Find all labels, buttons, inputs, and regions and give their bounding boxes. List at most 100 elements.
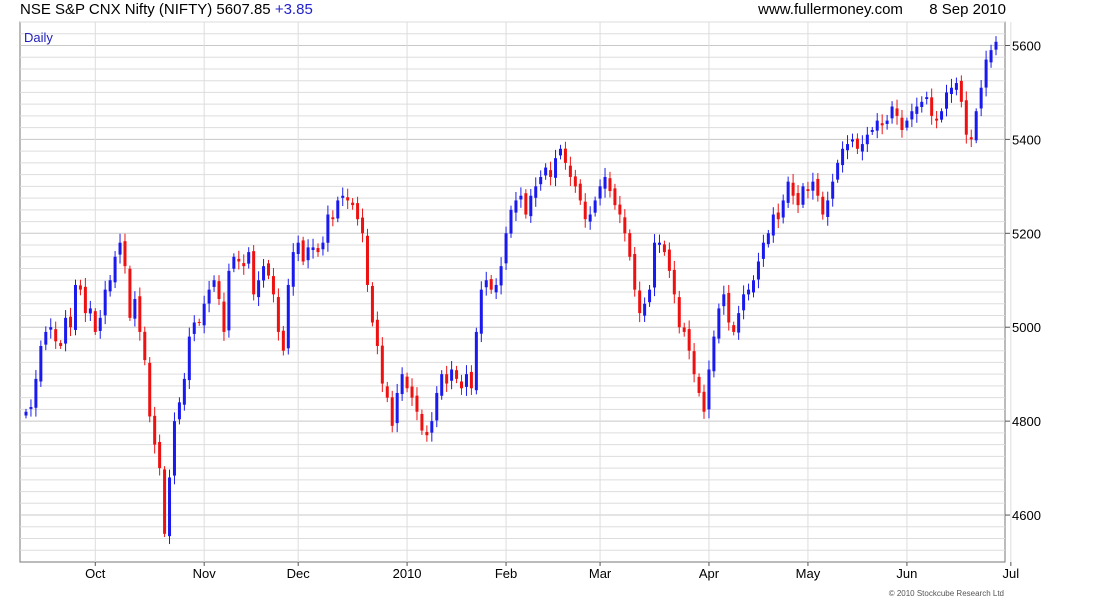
candle-body: [69, 316, 73, 328]
period-label: Daily: [24, 30, 53, 45]
candle-body: [643, 303, 647, 316]
candle-body: [578, 183, 582, 201]
candle-body: [752, 280, 755, 293]
candle-body: [177, 402, 181, 420]
candle-body: [930, 97, 934, 116]
candle-body: [831, 181, 835, 199]
candle-body: [331, 217, 335, 220]
candle-body: [855, 138, 859, 149]
candle-body: [514, 200, 518, 213]
candle-body: [811, 181, 815, 191]
candle-body: [677, 297, 681, 328]
candle-body: [915, 106, 919, 114]
candle-body: [450, 369, 454, 381]
x-tick-label: 2010: [393, 566, 422, 581]
candle-body: [865, 134, 869, 145]
x-axis: OctNovDec2010FebMarAprMayJunJulAugSep: [85, 562, 1019, 581]
candle-body: [83, 286, 87, 314]
candle-body: [742, 294, 746, 311]
candle-body: [227, 270, 231, 331]
candle-body: [390, 397, 394, 426]
candle-body: [59, 343, 63, 346]
candle-body: [880, 123, 884, 126]
candle-body: [242, 263, 246, 267]
candle-body: [925, 97, 929, 100]
candle-body: [78, 285, 82, 290]
candle-body: [138, 296, 142, 332]
candle-body: [504, 233, 508, 264]
candle-body: [93, 311, 97, 332]
candle-body: [954, 83, 958, 90]
candle-body: [979, 87, 983, 109]
candle-body: [870, 130, 874, 132]
candle-body: [346, 197, 350, 201]
y-tick-label: 5200: [1012, 226, 1041, 241]
y-tick-label: 5000: [1012, 320, 1041, 335]
candle-body: [479, 289, 483, 334]
candle-body: [727, 292, 731, 323]
candle-body: [197, 321, 201, 323]
candle-body: [722, 294, 726, 307]
candle-body: [588, 214, 592, 222]
candle-body: [524, 193, 528, 215]
candle-body: [935, 118, 939, 121]
candle-body: [375, 319, 379, 346]
candle-body: [49, 327, 53, 330]
candle-body: [841, 148, 845, 166]
candle-body: [271, 276, 275, 295]
candle-body: [529, 195, 533, 217]
candle-body: [712, 336, 716, 372]
candle-body: [747, 289, 751, 295]
candle-body: [187, 336, 191, 381]
candlestick-chart: 4600 4800 5000 5200 5400 5600 Oct Nov Dec 2010 Fe…: [19, 21, 1041, 598]
candle-body: [445, 374, 449, 384]
candle-body: [326, 214, 330, 243]
candle-body: [464, 374, 468, 387]
candle-body: [697, 376, 701, 393]
candle-body: [370, 286, 374, 323]
candle-body: [875, 120, 879, 131]
candle-body: [380, 345, 384, 384]
candle-body: [608, 178, 612, 192]
candle-body: [73, 284, 77, 330]
candle-body: [796, 193, 800, 206]
candle-body: [554, 158, 558, 178]
candle-body: [281, 330, 285, 351]
candle-body: [974, 111, 978, 141]
candle-body: [732, 325, 736, 332]
candle-body: [420, 413, 424, 431]
candle-body: [455, 370, 459, 379]
candle-body: [648, 289, 652, 303]
candle-body: [989, 50, 993, 63]
candle-body: [123, 241, 127, 267]
candle-body: [435, 392, 439, 421]
candle-body: [776, 212, 780, 220]
candle-body: [39, 346, 43, 382]
candle-body: [791, 182, 795, 196]
candle-body: [603, 176, 607, 189]
candle-body: [786, 181, 790, 203]
candle-body: [737, 313, 741, 333]
candle-body: [103, 289, 107, 316]
candle-body: [573, 176, 577, 187]
candle-body: [494, 284, 498, 293]
candle-body: [163, 469, 167, 534]
y-tick-label: 5400: [1012, 132, 1041, 147]
copyright-text: © 2010 Stockcube Research Ltd: [889, 589, 1004, 598]
candle-body: [499, 266, 503, 286]
candle-body: [128, 268, 132, 318]
candle-body: [222, 301, 226, 332]
candle-body: [638, 290, 642, 314]
candle-body: [44, 331, 48, 345]
candle-body: [168, 477, 172, 537]
candle-body: [64, 317, 68, 344]
candle-body: [153, 415, 157, 445]
x-tick-label: Dec: [287, 566, 311, 581]
candle-body: [509, 209, 513, 234]
candle-body: [539, 176, 543, 185]
candle-body: [850, 139, 854, 142]
candle-body: [425, 431, 429, 436]
candle-body: [756, 261, 760, 280]
candle-body: [88, 308, 92, 314]
candle-body: [415, 395, 419, 412]
